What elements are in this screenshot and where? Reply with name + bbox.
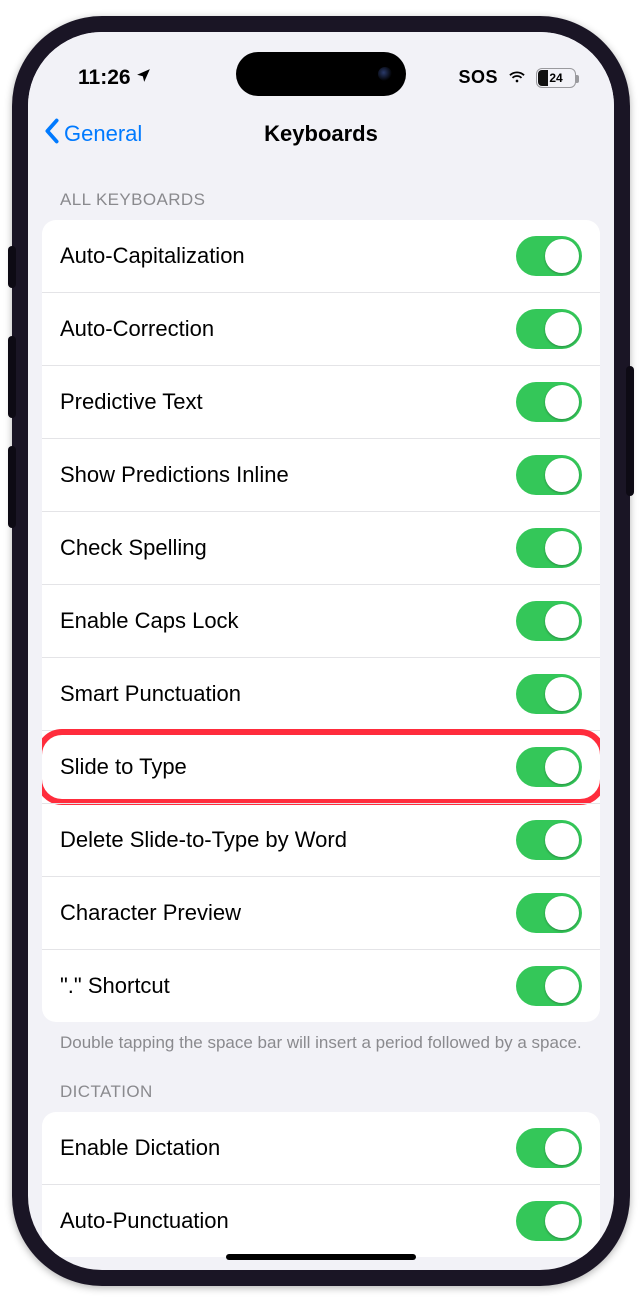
row-auto-correction[interactable]: Auto-Correction bbox=[42, 292, 600, 365]
toggle-auto-correction[interactable] bbox=[516, 309, 582, 349]
toggle-show-predictions-inline[interactable] bbox=[516, 455, 582, 495]
group-dictation: Enable Dictation Auto-Punctuation bbox=[42, 1112, 600, 1257]
row-auto-capitalization[interactable]: Auto-Capitalization bbox=[42, 220, 600, 292]
row-period-shortcut[interactable]: "." Shortcut bbox=[42, 949, 600, 1022]
group-all-keyboards: Auto-Capitalization Auto-Correction Pred… bbox=[42, 220, 600, 1022]
dictation-footer-text: Dictation processes many voice inputs on… bbox=[60, 1268, 577, 1269]
row-smart-punctuation[interactable]: Smart Punctuation bbox=[42, 657, 600, 730]
row-label: Smart Punctuation bbox=[60, 681, 241, 707]
row-predictive-text[interactable]: Predictive Text bbox=[42, 365, 600, 438]
row-label: Enable Caps Lock bbox=[60, 608, 239, 634]
screen: 11:26 SOS 24 Genera bbox=[28, 32, 614, 1270]
row-label: Enable Dictation bbox=[60, 1135, 220, 1161]
sos-indicator: SOS bbox=[458, 67, 498, 88]
power-button[interactable] bbox=[626, 366, 634, 496]
row-check-spelling[interactable]: Check Spelling bbox=[42, 511, 600, 584]
dynamic-island bbox=[236, 52, 406, 96]
toggle-smart-punctuation[interactable] bbox=[516, 674, 582, 714]
toggle-character-preview[interactable] bbox=[516, 893, 582, 933]
row-label: "." Shortcut bbox=[60, 973, 170, 999]
row-auto-punctuation[interactable]: Auto-Punctuation bbox=[42, 1184, 600, 1257]
row-enable-caps-lock[interactable]: Enable Caps Lock bbox=[42, 584, 600, 657]
silent-switch[interactable] bbox=[8, 246, 16, 288]
row-label: Character Preview bbox=[60, 900, 241, 926]
toggle-auto-capitalization[interactable] bbox=[516, 236, 582, 276]
device-frame: 11:26 SOS 24 Genera bbox=[12, 16, 630, 1286]
volume-up-button[interactable] bbox=[8, 336, 16, 418]
row-character-preview[interactable]: Character Preview bbox=[42, 876, 600, 949]
toggle-enable-caps-lock[interactable] bbox=[516, 601, 582, 641]
home-indicator[interactable] bbox=[226, 1254, 416, 1260]
row-label: Check Spelling bbox=[60, 535, 207, 561]
section-header-all-keyboards: ALL KEYBOARDS bbox=[42, 166, 600, 220]
battery-indicator: 24 bbox=[536, 68, 576, 88]
row-label: Slide to Type bbox=[60, 754, 187, 780]
row-slide-to-type[interactable]: Slide to Type bbox=[42, 730, 600, 803]
battery-percentage: 24 bbox=[549, 71, 562, 85]
toggle-slide-to-type[interactable] bbox=[516, 747, 582, 787]
status-time: 11:26 bbox=[78, 66, 131, 90]
back-label: General bbox=[64, 121, 142, 147]
row-label: Auto-Punctuation bbox=[60, 1208, 229, 1234]
toggle-enable-dictation[interactable] bbox=[516, 1128, 582, 1168]
section-footer-all-keyboards: Double tapping the space bar will insert… bbox=[42, 1022, 600, 1059]
wifi-icon bbox=[506, 64, 528, 92]
row-label: Show Predictions Inline bbox=[60, 462, 289, 488]
location-icon bbox=[135, 66, 152, 90]
row-enable-dictation[interactable]: Enable Dictation bbox=[42, 1112, 600, 1184]
front-camera-icon bbox=[378, 67, 392, 81]
toggle-delete-slide-to-type[interactable] bbox=[516, 820, 582, 860]
row-label: Auto-Correction bbox=[60, 316, 214, 342]
toggle-check-spelling[interactable] bbox=[516, 528, 582, 568]
settings-content[interactable]: ALL KEYBOARDS Auto-Capitalization Auto-C… bbox=[28, 166, 614, 1270]
row-label: Predictive Text bbox=[60, 389, 203, 415]
toggle-predictive-text[interactable] bbox=[516, 382, 582, 422]
navigation-bar: General Keyboards bbox=[28, 104, 614, 166]
row-delete-slide-to-type[interactable]: Delete Slide-to-Type by Word bbox=[42, 803, 600, 876]
row-label: Auto-Capitalization bbox=[60, 243, 245, 269]
row-label: Delete Slide-to-Type by Word bbox=[60, 827, 347, 853]
toggle-period-shortcut[interactable] bbox=[516, 966, 582, 1006]
back-button[interactable]: General bbox=[42, 117, 142, 151]
volume-down-button[interactable] bbox=[8, 446, 16, 528]
section-header-dictation: DICTATION bbox=[42, 1058, 600, 1112]
row-show-predictions-inline[interactable]: Show Predictions Inline bbox=[42, 438, 600, 511]
chevron-left-icon bbox=[42, 117, 62, 151]
toggle-auto-punctuation[interactable] bbox=[516, 1201, 582, 1241]
